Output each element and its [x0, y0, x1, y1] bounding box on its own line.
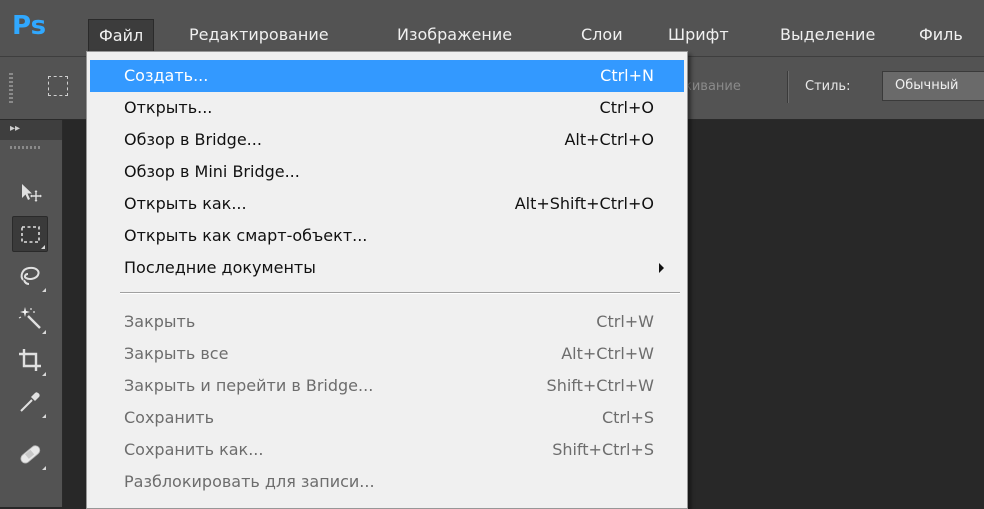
menu-item-close-all[interactable]: Закрыть все Alt+Ctrl+W [90, 338, 684, 370]
menu-item-label: Сохранить [124, 408, 214, 427]
menu-edit[interactable]: Редактирование [179, 19, 339, 51]
menu-item-label: Закрыть все [124, 344, 229, 363]
menu-item-label: Обзор в Bridge... [124, 130, 262, 149]
lasso-tool-icon[interactable] [12, 258, 48, 294]
toolbox-header: ▸▸ [0, 120, 62, 140]
menu-item-recent-documents[interactable]: Последние документы [90, 252, 684, 284]
menu-item-shortcut: Shift+Ctrl+S [552, 440, 654, 459]
menu-item-label: Закрыть [124, 312, 196, 331]
bandage-icon-graphic [20, 445, 41, 464]
lasso-icon-graphic [20, 266, 40, 285]
toolbox-grip[interactable] [10, 146, 40, 149]
eyedropper-tool-icon[interactable] [12, 384, 48, 420]
anti-alias-label: кивание [684, 79, 741, 94]
menu-item-label: Открыть... [124, 98, 213, 117]
tool-submenu-indicator [42, 466, 46, 470]
menu-item-label: Открыть как смарт-объект... [124, 226, 368, 245]
menu-item-label: Последние документы [124, 258, 316, 277]
menu-item-close-go-bridge[interactable]: Закрыть и перейти в Bridge... Shift+Ctrl… [90, 370, 684, 402]
menu-item-shortcut: Ctrl+O [599, 98, 654, 117]
menu-item-label: Закрыть и перейти в Bridge... [124, 376, 374, 395]
menu-item-open-as-smart-object[interactable]: Открыть как смарт-объект... [90, 220, 684, 252]
menu-select[interactable]: Выделение [770, 19, 885, 51]
menu-item-shortcut: Alt+Ctrl+W [561, 344, 654, 363]
menu-filter[interactable]: Филь [909, 19, 973, 51]
crop-icon-graphic [19, 349, 41, 371]
magic-wand-tool-icon[interactable] [12, 300, 48, 336]
tool-submenu-indicator [42, 372, 46, 376]
menu-item-shortcut: Ctrl+S [601, 408, 654, 427]
menu-item-open[interactable]: Открыть... Ctrl+O [90, 92, 684, 124]
menu-item-label: Сохранить как... [124, 440, 264, 459]
options-separator [787, 71, 789, 103]
healing-brush-tool-icon[interactable] [12, 436, 48, 472]
menu-image[interactable]: Изображение [387, 19, 522, 51]
menu-item-label: Обзор в Mini Bridge... [124, 162, 300, 181]
menu-item-label: Разблокировать для записи... [124, 472, 375, 491]
tool-submenu-indicator [42, 414, 46, 418]
file-menu-dropdown: Создать... Ctrl+N Открыть... Ctrl+O Обзо… [86, 51, 688, 509]
tool-preset-marquee-icon[interactable] [48, 76, 68, 96]
style-label: Стиль: [805, 79, 851, 94]
menu-item-save-as[interactable]: Сохранить как... Shift+Ctrl+S [90, 434, 684, 466]
menu-item-shortcut: Ctrl+W [596, 312, 654, 331]
menu-bar: Ps Файл Редактирование Изображение Слои … [0, 0, 984, 57]
collapse-icon[interactable]: ▸▸ [10, 122, 20, 136]
options-bar-grip[interactable] [9, 73, 13, 103]
toolbox: ▸▸ [0, 120, 63, 507]
menu-item-new[interactable]: Создать... Ctrl+N [90, 60, 684, 92]
submenu-arrow-icon [659, 263, 664, 273]
menu-item-shortcut: Shift+Ctrl+W [546, 376, 654, 395]
menu-type[interactable]: Шрифт [658, 19, 739, 51]
menu-item-check-in[interactable]: Разблокировать для записи... [90, 466, 684, 498]
style-select[interactable]: Обычный [882, 71, 984, 101]
menu-item-close[interactable]: Закрыть Ctrl+W [90, 306, 684, 338]
menu-item-save[interactable]: Сохранить Ctrl+S [90, 402, 684, 434]
eyedropper-icon-graphic [20, 392, 40, 412]
menu-item-shortcut: Alt+Shift+Ctrl+O [514, 194, 654, 213]
magic-wand-icon-graphic [18, 307, 41, 329]
menu-item-label: Открыть как... [124, 194, 247, 213]
menu-item-label: Создать... [124, 66, 209, 85]
app-logo: Ps [12, 11, 47, 41]
rectangular-marquee-tool-icon[interactable] [12, 216, 48, 252]
crop-tool-icon[interactable] [12, 342, 48, 378]
move-tool-icon[interactable] [12, 174, 48, 210]
menu-file[interactable]: Файл [88, 19, 155, 51]
move-icon-graphic [22, 184, 42, 202]
tool-submenu-indicator [42, 288, 46, 292]
menu-item-shortcut: Alt+Ctrl+O [564, 130, 654, 149]
menu-separator [120, 292, 680, 294]
menu-item-shortcut: Ctrl+N [600, 66, 654, 85]
menu-item-browse-mini-bridge[interactable]: Обзор в Mini Bridge... [90, 156, 684, 188]
menu-layer[interactable]: Слои [571, 19, 633, 51]
tool-submenu-indicator [42, 330, 46, 334]
menu-item-open-as[interactable]: Открыть как... Alt+Shift+Ctrl+O [90, 188, 684, 220]
tool-submenu-indicator [41, 245, 45, 249]
menu-item-browse-bridge[interactable]: Обзор в Bridge... Alt+Ctrl+O [90, 124, 684, 156]
